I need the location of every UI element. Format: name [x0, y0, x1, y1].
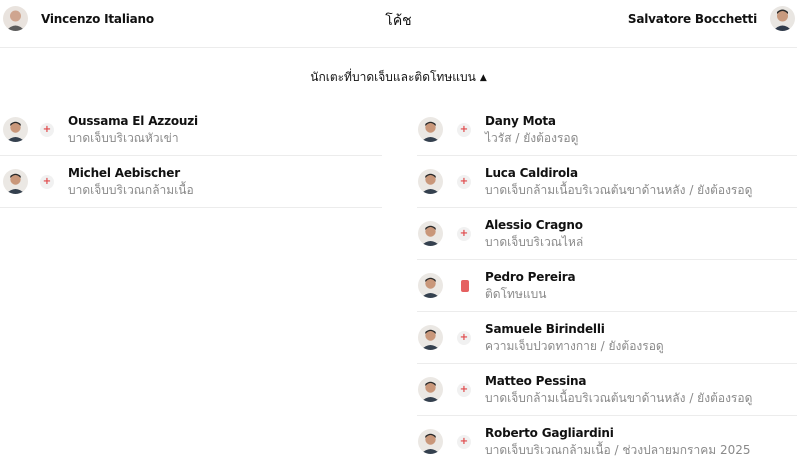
player-row[interactable]: + Dany Mota ไวรัส / ยังต้องรอดู	[417, 104, 797, 156]
injury-cross-icon: +	[457, 383, 471, 397]
player-name: Samuele Birindelli	[485, 322, 605, 336]
player-name: Roberto Gagliardini	[485, 426, 614, 440]
cross-glyph: +	[459, 384, 469, 395]
injury-cross-icon: +	[457, 227, 471, 241]
player-name: Matteo Pessina	[485, 374, 587, 388]
player-text: Michel Aebischer บาดเจ็บบริเวณกล้ามเนื้อ	[68, 166, 194, 198]
player-row[interactable]: + Samuele Birindelli ความเจ็บปวดทางกาย /…	[417, 312, 797, 364]
home-injury-list: + Oussama El Azzouzi บาดเจ็บบริเวณหัวเข่…	[0, 104, 382, 208]
cross-glyph: +	[459, 176, 469, 187]
away-injury-list: + Dany Mota ไวรัส / ยังต้องรอดู + Luca C…	[417, 104, 797, 461]
player-name: Pedro Pereira	[485, 270, 576, 284]
player-name: Dany Mota	[485, 114, 556, 128]
coach-avatar	[770, 6, 795, 31]
player-text: Roberto Gagliardini บาดเจ็บบริเวณกล้ามเน…	[485, 426, 751, 458]
injury-cross-icon: +	[457, 123, 471, 137]
player-name: Luca Caldirola	[485, 166, 578, 180]
cross-glyph: +	[459, 332, 469, 343]
away-coach[interactable]: Salvatore Bocchetti	[628, 6, 795, 31]
cross-glyph: +	[459, 124, 469, 135]
red-card-icon	[461, 280, 469, 292]
player-avatar	[418, 429, 443, 454]
player-avatar	[418, 117, 443, 142]
player-detail: บาดเจ็บบริเวณกล้ามเนื้อ / ช่วงปลายมกราคม…	[485, 443, 751, 457]
player-row[interactable]: + Oussama El Azzouzi บาดเจ็บบริเวณหัวเข่…	[0, 104, 382, 156]
cross-glyph: +	[459, 436, 469, 447]
cross-glyph: +	[42, 124, 52, 135]
injury-cross-icon: +	[457, 435, 471, 449]
injury-cross-icon: +	[457, 175, 471, 189]
away-coach-name: Salvatore Bocchetti	[627, 11, 757, 26]
player-text: Matteo Pessina บาดเจ็บกล้ามเนื้อบริเวณต้…	[485, 374, 752, 406]
player-text: Oussama El Azzouzi บาดเจ็บบริเวณหัวเข่า	[68, 114, 198, 146]
player-detail: บาดเจ็บกล้ามเนื้อบริเวณต้นขาด้านหลัง / ย…	[485, 391, 753, 405]
player-row[interactable]: + Luca Caldirola บาดเจ็บกล้ามเนื้อบริเวณ…	[417, 156, 797, 208]
player-row[interactable]: Pedro Pereira ติดโทษแบน	[417, 260, 797, 312]
player-avatar	[3, 117, 28, 142]
player-detail: บาดเจ็บบริเวณกล้ามเนื้อ	[68, 183, 194, 197]
player-name: Alessio Cragno	[485, 218, 583, 232]
player-row[interactable]: + Michel Aebischer บาดเจ็บบริเวณกล้ามเนื…	[0, 156, 382, 208]
player-name: Michel Aebischer	[68, 166, 180, 180]
player-avatar	[3, 169, 28, 194]
player-avatar	[418, 377, 443, 402]
player-row[interactable]: + Matteo Pessina บาดเจ็บกล้ามเนื้อบริเวณ…	[417, 364, 797, 416]
player-text: Samuele Birindelli ความเจ็บปวดทางกาย / ย…	[485, 322, 664, 354]
player-avatar	[418, 221, 443, 246]
player-detail: บาดเจ็บกล้ามเนื้อบริเวณต้นขาด้านหลัง / ย…	[485, 183, 753, 197]
player-detail: บาดเจ็บบริเวณหัวเข่า	[68, 131, 179, 145]
injury-cross-icon: +	[457, 331, 471, 345]
player-avatar	[418, 273, 443, 298]
player-text: Luca Caldirola บาดเจ็บกล้ามเนื้อบริเวณต้…	[485, 166, 752, 198]
section-title: นักเตะที่บาดเจ็บและติดโทษแบน	[310, 70, 476, 84]
player-detail: ติดโทษแบน	[485, 287, 547, 301]
player-detail: ความเจ็บปวดทางกาย / ยังต้องรอดู	[485, 339, 664, 353]
player-detail: บาดเจ็บบริเวณไหล่	[485, 235, 584, 249]
player-detail: ไวรัส / ยังต้องรอดู	[485, 131, 579, 145]
player-text: Dany Mota ไวรัส / ยังต้องรอดู	[485, 114, 578, 146]
player-text: Pedro Pereira ติดโทษแบน	[485, 270, 576, 302]
cross-glyph: +	[42, 176, 52, 187]
injury-cross-icon: +	[40, 175, 54, 189]
cross-glyph: +	[459, 228, 469, 239]
injury-cross-icon: +	[40, 123, 54, 137]
injuries-section-toggle[interactable]: นักเตะที่บาดเจ็บและติดโทษแบน ▲	[0, 68, 797, 87]
coaches-bar: Vincenzo Italiano โค้ช Salvatore Bocchet…	[0, 0, 797, 48]
caret-up-icon: ▲	[479, 73, 487, 83]
player-name: Oussama El Azzouzi	[68, 114, 198, 128]
player-avatar	[418, 325, 443, 350]
player-row[interactable]: + Roberto Gagliardini บาดเจ็บบริเวณกล้าม…	[417, 416, 797, 461]
player-text: Alessio Cragno บาดเจ็บบริเวณไหล่	[485, 218, 583, 250]
player-row[interactable]: + Alessio Cragno บาดเจ็บบริเวณไหล่	[417, 208, 797, 260]
player-avatar	[418, 169, 443, 194]
